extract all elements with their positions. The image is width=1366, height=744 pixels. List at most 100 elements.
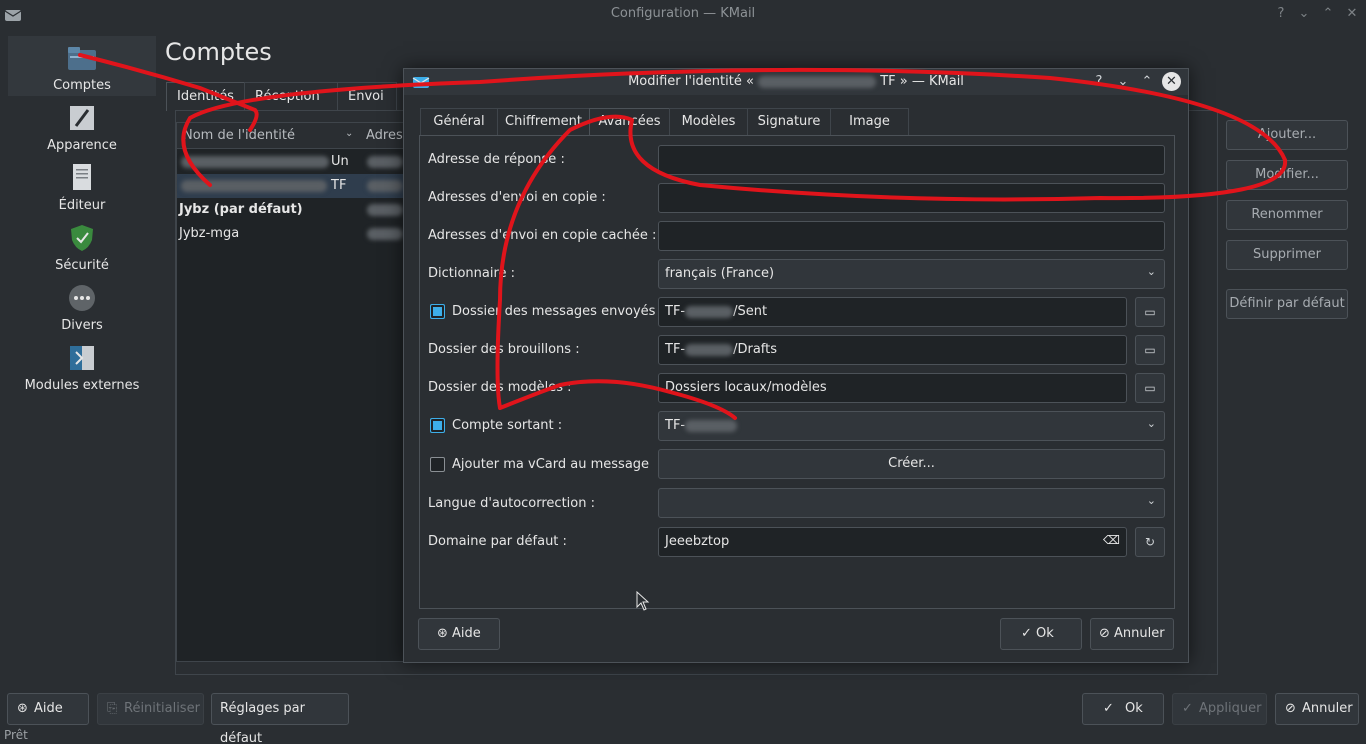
dialog-close-button[interactable]: ✕ (1162, 72, 1181, 91)
check-icon: ✓ (1021, 626, 1037, 641)
sidebar-item-label: Modules externes (24, 378, 140, 393)
sent-folder-input[interactable]: TF-/Sent (658, 297, 1127, 327)
cancel-icon: ⊘ (1285, 701, 1296, 716)
minimize-button[interactable]: ⌄ (1295, 5, 1313, 23)
maximize-button[interactable]: ⌃ (1319, 5, 1337, 23)
sidebar-item-divers[interactable]: Divers (8, 276, 156, 336)
help-bottom-button[interactable]: ⊛ Aide (7, 693, 89, 725)
dialog-cancel-button[interactable]: ⊘ Annuler (1090, 618, 1174, 650)
set-default-button[interactable]: Définir par défaut (1226, 289, 1348, 319)
autocorrect-select[interactable]: ⌄ (658, 488, 1165, 518)
tab-general[interactable]: Général (420, 108, 498, 136)
chevron-down-icon: ⌄ (1146, 417, 1156, 430)
reset-icon: ⎘ (107, 701, 118, 716)
tab-reception[interactable]: Réception (244, 82, 338, 111)
chevron-down-icon: ⌄ (1146, 265, 1156, 278)
tab-identites[interactable]: Identités (166, 82, 245, 111)
tab-signature[interactable]: Signature (747, 108, 831, 136)
outgoing-account-checkbox[interactable] (430, 418, 445, 433)
cancel-icon: ⊘ (1099, 626, 1115, 641)
plugin-icon (70, 346, 94, 370)
folder-icon (68, 47, 96, 70)
dialog-help-bottom-button[interactable]: ⊛ Aide (418, 618, 500, 650)
autocorrect-label: Langue d'autocorrection : (428, 496, 595, 511)
ok-button[interactable]: ✓ Ok (1082, 693, 1164, 725)
edit-identity-dialog: Modifier l'identité « TF » — KMail ? ⌄ ⌃… (403, 68, 1189, 663)
reset-button[interactable]: ⎘ Réinitialiser (97, 693, 204, 725)
dictionary-label: Dictionnaire : (428, 266, 516, 281)
delete-button[interactable]: Supprimer (1226, 240, 1348, 270)
outgoing-account-label: Compte sortant : (452, 418, 563, 433)
sidebar-item-comptes[interactable]: Comptes (8, 36, 156, 96)
brush-icon (70, 106, 94, 130)
modify-button[interactable]: Modifier... (1226, 160, 1348, 190)
document-icon (73, 164, 91, 190)
drafts-folder-label: Dossier des brouillons : (428, 342, 580, 357)
dialog-help-button[interactable]: ? (1090, 73, 1108, 91)
templates-folder-label: Dossier des modèles : (428, 380, 572, 395)
check-icon: ✓ (1182, 701, 1193, 716)
tab-modeles[interactable]: Modèles (669, 108, 748, 136)
add-button[interactable]: Ajouter... (1226, 120, 1348, 150)
reply-to-input[interactable] (658, 145, 1165, 175)
tab-image[interactable]: Image (830, 108, 909, 136)
dialog-ok-button[interactable]: ✓ Ok (1000, 618, 1082, 650)
category-sidebar: Comptes Apparence Éditeur Sécurité Diver… (8, 36, 156, 686)
list-item[interactable]: Un (177, 150, 406, 174)
dialog-minimize-button[interactable]: ⌄ (1114, 73, 1132, 91)
dialog-titlebar: Modifier l'identité « TF » — KMail ? ⌄ ⌃… (404, 69, 1188, 95)
dictionary-select[interactable]: français (France) ⌄ (658, 259, 1165, 289)
sidebar-item-label: Apparence (47, 138, 117, 153)
refresh-icon[interactable]: ↻ (1135, 527, 1165, 557)
cc-label: Adresses d'envoi en copie : (428, 190, 606, 205)
sent-folder-checkbox[interactable] (430, 304, 445, 319)
bcc-input[interactable] (658, 221, 1165, 251)
sidebar-item-securite[interactable]: Sécurité (8, 216, 156, 276)
apply-button[interactable]: ✓ Appliquer (1172, 693, 1267, 725)
clear-icon[interactable]: ⌫ (1103, 533, 1120, 547)
help-button[interactable]: ? (1272, 5, 1290, 23)
templates-folder-input[interactable]: Dossiers locaux/modèles (658, 373, 1127, 403)
rename-button[interactable]: Renommer (1226, 200, 1348, 230)
domain-label: Domaine par défaut : (428, 534, 567, 549)
sidebar-item-modules[interactable]: Modules externes (8, 336, 156, 396)
sidebar-item-label: Divers (61, 318, 103, 333)
dialog-title: Modifier l'identité « TF » — KMail (628, 74, 964, 89)
folder-icon[interactable]: ▭ (1135, 335, 1165, 365)
domain-input[interactable]: Jeeebztop ⌫ (658, 527, 1127, 557)
main-titlebar: Configuration — KMail ? ⌄ ⌃ ✕ (0, 0, 1366, 28)
page-title: Comptes (165, 38, 272, 66)
vcard-label: Ajouter ma vCard au message (452, 457, 650, 472)
drafts-folder-input[interactable]: TF-/Drafts (658, 335, 1127, 365)
sidebar-item-label: Éditeur (58, 198, 106, 213)
sent-folder-label: Dossier des messages envoyés : (452, 304, 664, 319)
tab-envoi[interactable]: Envoi (337, 82, 397, 111)
list-item[interactable]: TF (177, 174, 406, 198)
defaults-button[interactable]: Réglages par défaut (211, 693, 349, 744)
lifebuoy-icon: ⊛ (17, 701, 28, 716)
cc-input[interactable] (658, 183, 1165, 213)
mouse-cursor-icon (636, 591, 650, 611)
check-icon: ✓ (1103, 701, 1114, 716)
folder-icon[interactable]: ▭ (1135, 373, 1165, 403)
reply-to-label: Adresse de réponse : (428, 152, 565, 167)
vcard-checkbox[interactable] (430, 457, 445, 472)
list-header: Nom de l'identité ⌄ Adress (177, 123, 410, 149)
identity-list[interactable]: Nom de l'identité ⌄ Adress Un TF Jybz (p… (176, 122, 410, 662)
shield-icon (71, 225, 93, 251)
close-button[interactable]: ✕ (1343, 5, 1361, 23)
folder-icon[interactable]: ▭ (1135, 297, 1165, 327)
create-vcard-button[interactable]: Créer... (658, 449, 1165, 479)
sidebar-item-editeur[interactable]: Éditeur (8, 156, 156, 216)
column-name-header[interactable]: Nom de l'identité (183, 128, 295, 143)
tab-avancees[interactable]: Avancées (589, 108, 670, 136)
cancel-button[interactable]: ⊘ Annuler (1275, 693, 1359, 725)
lifebuoy-icon: ⊛ (437, 626, 453, 641)
list-item[interactable]: Jybz-mga (177, 222, 406, 246)
chevron-down-icon: ⌄ (1146, 494, 1156, 507)
tab-chiffrement[interactable]: Chiffrement (497, 108, 590, 136)
outgoing-account-select[interactable]: TF- ⌄ (658, 411, 1165, 441)
sidebar-item-apparence[interactable]: Apparence (8, 96, 156, 156)
dialog-maximize-button[interactable]: ⌃ (1138, 73, 1156, 91)
list-item[interactable]: Jybz (par défaut) (177, 198, 406, 222)
